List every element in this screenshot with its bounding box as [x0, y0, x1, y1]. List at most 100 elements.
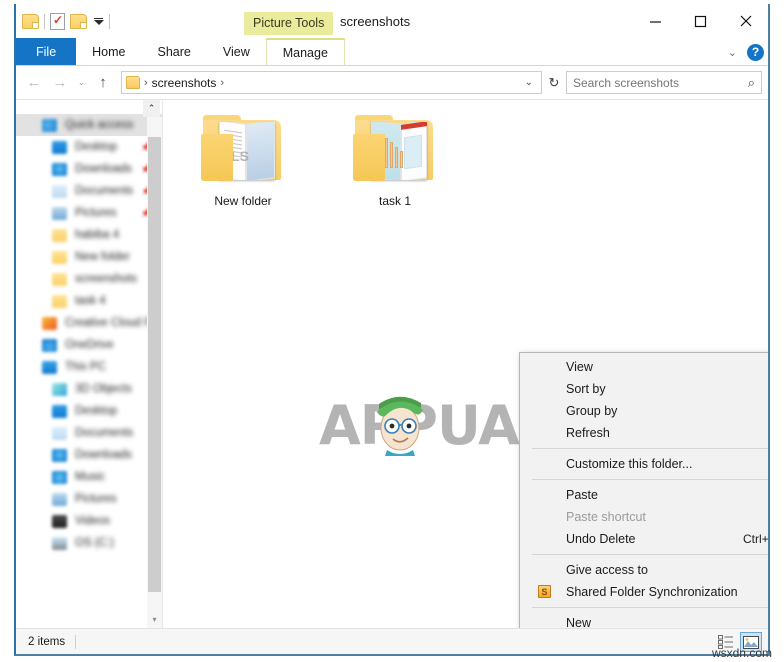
search-icon[interactable]: ⌕ [748, 75, 755, 91]
quick-access-toolbar [16, 12, 110, 30]
picture-tools-label: Picture Tools [244, 12, 334, 35]
menu-separator [532, 554, 768, 555]
ribbon-divider [16, 65, 768, 66]
refresh-icon[interactable]: ↻ [544, 75, 564, 91]
menu-item-label: View [566, 360, 593, 374]
menu-item-group-by[interactable]: Group by› [520, 400, 768, 422]
help-icon[interactable]: ? [747, 43, 764, 61]
appuals-logo-icon [377, 396, 423, 456]
sidebar-item-onedrive[interactable]: OneDrive [16, 334, 162, 356]
menu-item-customize-this-folder[interactable]: Customize this folder... [520, 453, 768, 475]
sidebar-item-label: OneDrive [65, 339, 114, 351]
doc-icon [52, 426, 67, 440]
explorer-window: Picture Tools screenshots File Home Shar… [14, 4, 770, 656]
up-button[interactable]: ↑ [91, 71, 115, 95]
toolbar-separator [44, 13, 45, 29]
maximize-button[interactable] [678, 4, 723, 38]
close-button[interactable] [723, 4, 768, 38]
menu-item-label: New [566, 616, 592, 628]
sidebar-item-os-c[interactable]: OS (C:) [16, 532, 162, 554]
breadcrumb[interactable]: › screenshots › ⌄ [121, 71, 542, 94]
sidebar-item-label: Videos [75, 515, 110, 527]
breadcrumb-item-screenshots[interactable]: screenshots [152, 76, 217, 90]
sidebar-item-downloads[interactable]: Downloads [16, 444, 162, 466]
ribbon-tabs: File Home Share View Manage ⌄ ? [16, 38, 768, 66]
menu-item-paste[interactable]: Paste [520, 484, 768, 506]
menu-item-give-access-to[interactable]: Give access to› [520, 559, 768, 581]
tab-home[interactable]: Home [76, 38, 141, 66]
menu-separator [532, 479, 768, 480]
back-button[interactable]: ← [22, 71, 46, 95]
recent-locations-icon[interactable]: ⌄ [74, 71, 89, 95]
site-watermark: wsxdn.com [711, 646, 772, 660]
sidebar-item-videos[interactable]: Videos [16, 510, 162, 532]
chevron-down-icon[interactable]: ⌄ [728, 46, 737, 59]
breadcrumb-separator-2[interactable]: › [220, 77, 224, 89]
sidebar-item-downloads[interactable]: Downloads📌 [16, 158, 162, 180]
search-input[interactable] [573, 75, 748, 90]
menu-item-label: Give access to [566, 563, 648, 577]
properties-icon[interactable] [50, 12, 65, 30]
file-list-pane[interactable]: ALS New folder task 1 APPUALS View Sort … [162, 100, 768, 628]
sidebar-item-label: Downloads [75, 163, 132, 175]
customize-dropdown-icon[interactable] [92, 17, 104, 25]
status-bar: 2 items [16, 628, 768, 654]
sidebar-item-label: Documents [75, 185, 134, 197]
menu-item-label: Customize this folder... [566, 457, 693, 471]
new-folder-icon[interactable] [70, 13, 87, 29]
list-item[interactable]: P task 1 [343, 112, 447, 208]
navigation-scrollbar-thumb[interactable] [148, 137, 161, 592]
menu-item-new[interactable]: New› [520, 612, 768, 628]
status-divider [75, 634, 77, 649]
sidebar-item-screenshots[interactable]: screenshots [16, 268, 162, 290]
folder-icon: P [349, 112, 441, 188]
sidebar-item-documents[interactable]: Documents [16, 422, 162, 444]
folder-icon: ALS [197, 112, 289, 188]
sidebar-item-pictures[interactable]: Pictures📌 [16, 202, 162, 224]
tab-view[interactable]: View [207, 38, 266, 66]
menu-item-undo-delete[interactable]: Undo Delete Ctrl+Z [520, 528, 768, 550]
tab-manage[interactable]: Manage [265, 38, 345, 66]
menu-item-sort-by[interactable]: Sort by› [520, 378, 768, 400]
sidebar-item-task-4[interactable]: task 4 [16, 290, 162, 312]
search-box[interactable]: ⌕ [566, 71, 762, 94]
context-menu[interactable]: View›Sort by›Group by› Refresh Customize t… [519, 352, 768, 628]
menu-item-label: Paste [566, 488, 598, 502]
sidebar-item-desktop[interactable]: Desktop [16, 400, 162, 422]
sidebar-item-this-pc[interactable]: This PC [16, 356, 162, 378]
blue-icon [52, 404, 67, 418]
sidebar-item-label: Downloads [75, 449, 132, 461]
menu-item-view[interactable]: View› [520, 356, 768, 378]
tab-share[interactable]: Share [142, 38, 207, 66]
sidebar-item-label: Documents [75, 427, 134, 439]
tab-file[interactable]: File [16, 38, 77, 66]
navigation-scrollbar-track[interactable]: ▾ [147, 117, 162, 628]
sidebar-item-documents[interactable]: Documents📌 [16, 180, 162, 202]
sidebar-item-creative-cloud-files[interactable]: Creative Cloud Files [16, 312, 162, 334]
file-items: ALS New folder task 1 [163, 100, 768, 208]
sidebar-item-music[interactable]: Music [16, 466, 162, 488]
breadcrumb-dropdown-icon[interactable]: ⌄ [525, 77, 537, 88]
menu-item-refresh[interactable]: Refresh [520, 422, 768, 444]
menu-item-label: Undo Delete [566, 532, 636, 546]
dl-icon [52, 448, 67, 462]
window-controls [633, 4, 768, 38]
navigation-collapse-icon[interactable]: ⌃ [143, 100, 160, 117]
scroll-down-icon[interactable]: ▾ [148, 613, 161, 626]
sidebar-item-pictures[interactable]: Pictures [16, 488, 162, 510]
folder-icon[interactable] [22, 13, 39, 29]
item-label: New folder [214, 194, 272, 208]
list-item[interactable]: ALS New folder [191, 112, 295, 208]
sidebar-item-label: New folder [75, 251, 130, 263]
sidebar-item-desktop[interactable]: Desktop📌 [16, 136, 162, 158]
sidebar-item-label: Desktop [75, 141, 118, 153]
menu-item-shared-folder-synchronization[interactable]: SShared Folder Synchronization› [520, 581, 768, 603]
forward-button[interactable]: → [48, 71, 72, 95]
sidebar-item-quick-access[interactable]: Quick access [16, 114, 162, 136]
minimize-button[interactable] [633, 4, 678, 38]
menu-item-label: Shared Folder Synchronization [566, 585, 738, 599]
sidebar-item-3d-objects[interactable]: 3D Objects [16, 378, 162, 400]
sidebar-item-habiba-4[interactable]: habiba 4 [16, 224, 162, 246]
dl-icon [52, 162, 67, 176]
sidebar-item-new-folder[interactable]: New folder [16, 246, 162, 268]
